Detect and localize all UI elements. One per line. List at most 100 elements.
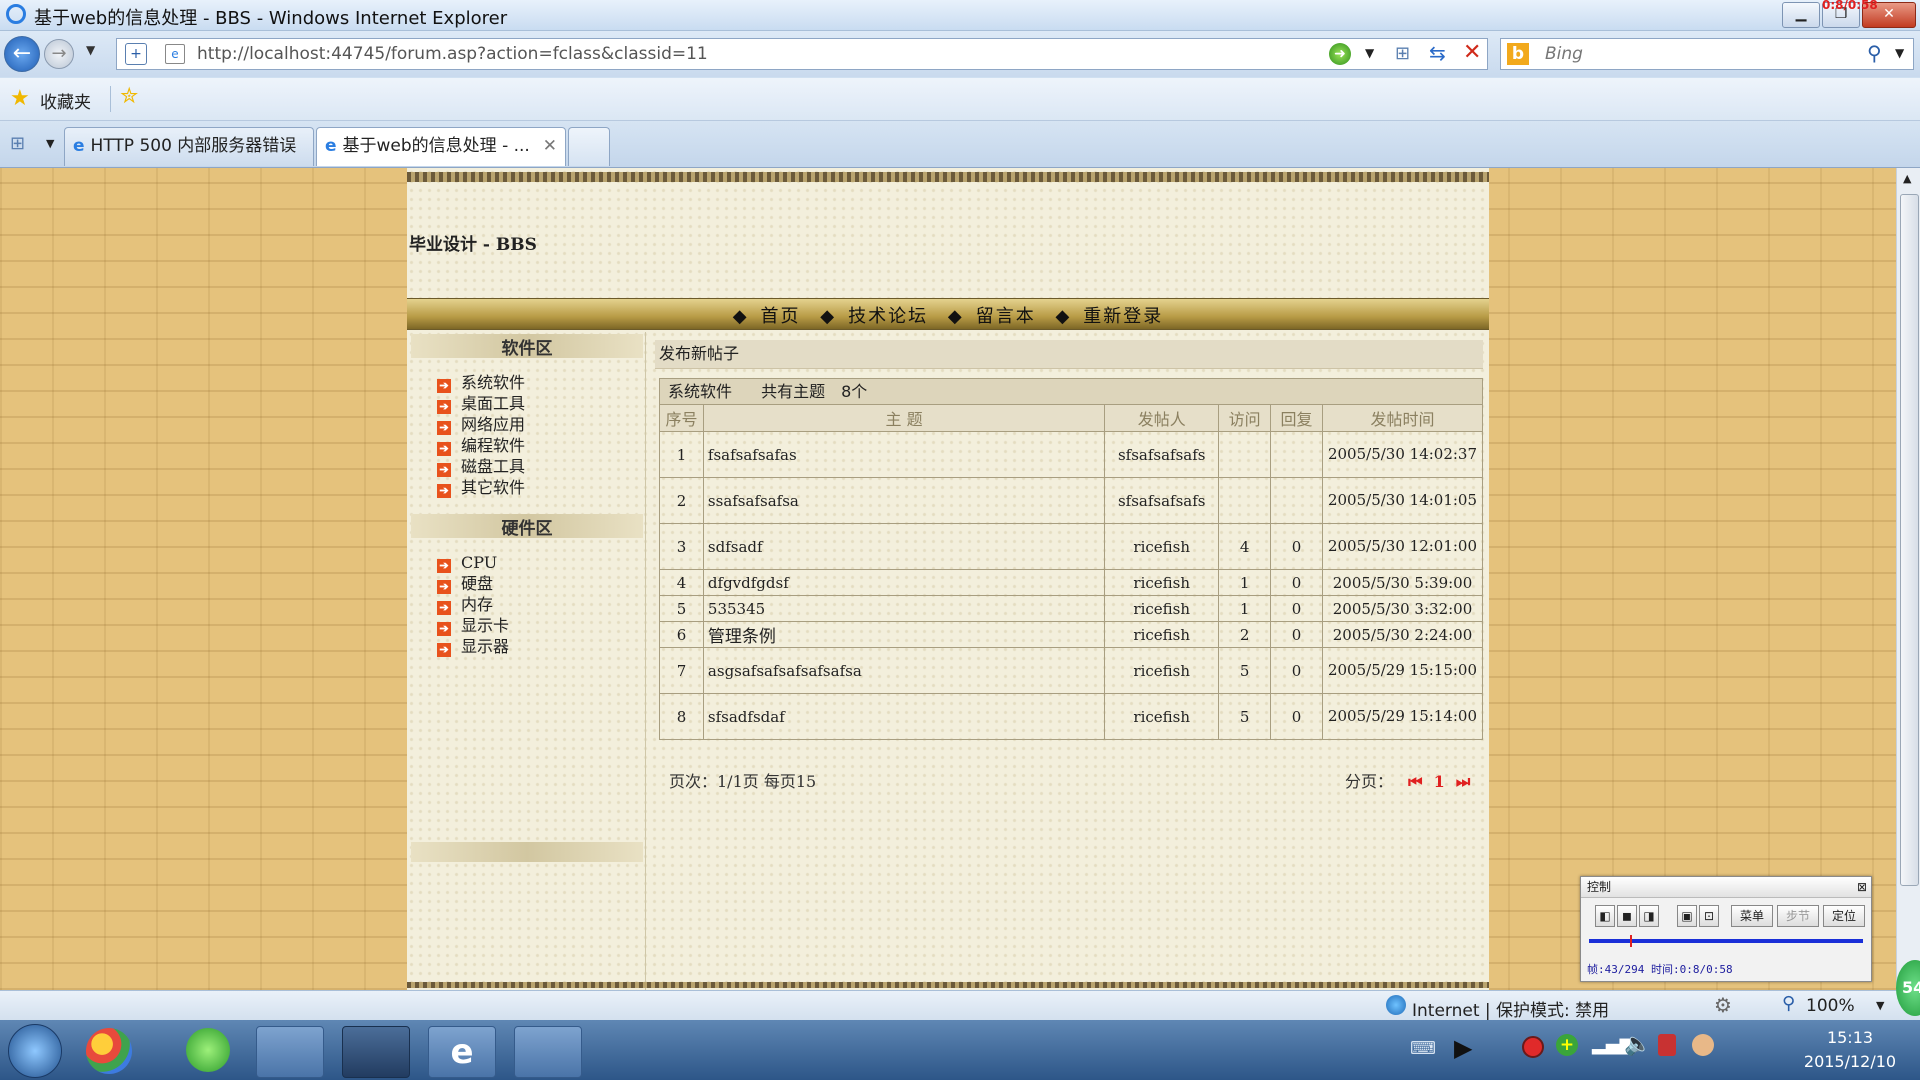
topic-author[interactable]: ricefish bbox=[1104, 523, 1220, 570]
taskbar-app-people-icon[interactable] bbox=[342, 1026, 410, 1078]
tray-security-icon[interactable] bbox=[1658, 1034, 1676, 1056]
topic-subject-link[interactable]: sfsadfsdaf bbox=[702, 693, 1106, 740]
scroll-thumb[interactable] bbox=[1900, 194, 1919, 886]
add-favorite-icon[interactable]: ✮ bbox=[120, 84, 138, 109]
sidebar-item-system-software[interactable]: ➔ 系统软件 bbox=[437, 372, 525, 393]
sidebar-item-other-software[interactable]: ➔ 其它软件 bbox=[437, 477, 525, 498]
search-box[interactable]: b Bing ⚲ ▼ bbox=[1500, 38, 1914, 70]
vertical-scrollbar[interactable]: ▲ bbox=[1896, 168, 1920, 990]
control-pause-button[interactable]: ◼ bbox=[1617, 905, 1637, 927]
topic-author[interactable]: ricefish bbox=[1104, 647, 1220, 694]
sidebar-item-cpu[interactable]: ➔ CPU bbox=[437, 552, 509, 573]
nav-tech-forum[interactable]: 技术论坛 bbox=[848, 306, 928, 327]
refresh-icon[interactable]: ⇆ bbox=[1429, 41, 1446, 65]
tray-add-icon[interactable]: + bbox=[1556, 1034, 1578, 1056]
forward-button[interactable]: → bbox=[44, 39, 74, 69]
sidebar-item-memory[interactable]: ➔ 内存 bbox=[437, 594, 509, 615]
control-locate-button[interactable]: 定位 bbox=[1823, 905, 1865, 927]
topic-author[interactable]: sfsafsafsafs bbox=[1104, 477, 1220, 524]
tab-http-500[interactable]: e HTTP 500 内部服务器错误 bbox=[64, 127, 314, 166]
tray-avatar-icon[interactable] bbox=[1692, 1034, 1714, 1056]
topic-author[interactable]: ricefish bbox=[1104, 569, 1220, 596]
history-dropdown-icon[interactable]: ▼ bbox=[86, 43, 95, 57]
control-close-icon[interactable]: ⊠ bbox=[1857, 877, 1867, 897]
taskbar-clock[interactable]: 15:13 2015/12/10 bbox=[1790, 1026, 1910, 1074]
protected-mode-icon[interactable]: ⚙ bbox=[1714, 993, 1732, 1017]
control-progress-marker[interactable] bbox=[1630, 935, 1633, 947]
sidebar-item-graphics-card[interactable]: ➔ 显示卡 bbox=[437, 615, 509, 636]
nav-guestbook[interactable]: 留言本 bbox=[976, 306, 1036, 327]
minimize-button[interactable]: ▁ bbox=[1782, 2, 1820, 28]
taskbar-tools-icon[interactable] bbox=[514, 1026, 582, 1078]
tray-record-icon[interactable] bbox=[1522, 1036, 1544, 1058]
tray-volume-icon[interactable]: 🔈 bbox=[1624, 1032, 1651, 1057]
zoom-icon[interactable]: ⚲ bbox=[1782, 993, 1795, 1014]
control-step-back-button[interactable]: ◧ bbox=[1595, 905, 1615, 927]
topic-replies bbox=[1270, 477, 1324, 524]
sidebar-item-network-apps[interactable]: ➔ 网络应用 bbox=[437, 414, 525, 435]
timer-overlay: 0:8/0:58 bbox=[1822, 0, 1878, 12]
topic-subject-link[interactable]: asgsafsafsafsafsafsa bbox=[702, 647, 1106, 694]
sidebar-item-desktop-tools[interactable]: ➔ 桌面工具 bbox=[437, 393, 525, 414]
compatibility-icon[interactable]: + bbox=[125, 43, 147, 65]
topic-author[interactable]: ricefish bbox=[1104, 595, 1220, 622]
address-url[interactable]: http://localhost:44745/forum.asp?action=… bbox=[197, 44, 708, 64]
tab-ie-icon: e bbox=[73, 136, 85, 156]
sidebar-item-programming[interactable]: ➔ 编程软件 bbox=[437, 435, 525, 456]
topic-subject-link[interactable]: sdfsadf bbox=[702, 523, 1106, 570]
control-menu-button[interactable]: 菜单 bbox=[1731, 905, 1773, 927]
control-step-forward-button[interactable]: ◨ bbox=[1639, 905, 1659, 927]
control-step-button[interactable]: 步节 bbox=[1777, 905, 1819, 927]
topic-subject-link[interactable]: 535345 bbox=[702, 595, 1106, 622]
security-zone-text[interactable]: Internet | 保护模式: 禁用 bbox=[1412, 996, 1609, 1021]
taskbar-app-colorful-icon[interactable] bbox=[86, 1028, 132, 1074]
topic-author[interactable]: ricefish bbox=[1104, 693, 1220, 740]
tab-close-icon[interactable]: ✕ bbox=[543, 128, 557, 164]
stop-icon[interactable]: ✕ bbox=[1463, 40, 1481, 65]
taskbar-app-green-icon[interactable] bbox=[186, 1028, 230, 1072]
last-page-icon[interactable]: ⏭ bbox=[1456, 772, 1470, 791]
zoom-dropdown-icon[interactable]: ▼ bbox=[1876, 999, 1884, 1012]
start-button[interactable] bbox=[8, 1024, 62, 1078]
control-fit-button[interactable]: ⊡ bbox=[1699, 905, 1719, 927]
topic-author[interactable]: ricefish bbox=[1104, 621, 1220, 648]
control-fullscreen-button[interactable]: ▣ bbox=[1677, 905, 1697, 927]
tab-list-dropdown-icon[interactable]: ▼ bbox=[46, 137, 54, 150]
search-options-icon[interactable]: ▼ bbox=[1895, 46, 1904, 60]
topic-subject-link[interactable]: dfgvdfgdsf bbox=[702, 569, 1106, 596]
sidebar-item-hard-disk[interactable]: ➔ 硬盘 bbox=[437, 573, 509, 594]
scroll-up-icon[interactable]: ▲ bbox=[1903, 172, 1911, 185]
nav-relogin[interactable]: 重新登录 bbox=[1083, 306, 1163, 327]
favorites-button[interactable]: 收藏夹 bbox=[40, 88, 91, 113]
quick-tabs-icon[interactable]: ⊞ bbox=[10, 133, 34, 157]
topic-visits bbox=[1218, 477, 1272, 524]
sidebar-item-label: 系统软件 bbox=[461, 373, 526, 392]
go-icon[interactable]: ➜ bbox=[1329, 43, 1351, 65]
topic-subject-link[interactable]: 管理条例 bbox=[702, 621, 1106, 648]
new-tab-button[interactable] bbox=[568, 127, 610, 166]
search-icon[interactable]: ⚲ bbox=[1867, 41, 1882, 65]
taskbar-ie-icon[interactable]: e bbox=[428, 1026, 496, 1078]
sidebar-item-monitor[interactable]: ➔ 显示器 bbox=[437, 636, 509, 657]
topic-author[interactable]: sfsafsafsafs bbox=[1104, 431, 1220, 478]
tray-keyboard-icon[interactable]: ⌨ bbox=[1410, 1038, 1436, 1059]
window-title: 基于web的信息处理 - BBS - Windows Internet Expl… bbox=[34, 8, 508, 29]
address-dropdown-icon[interactable]: ▼ bbox=[1365, 46, 1374, 60]
arrow-icon: ➔ bbox=[437, 601, 451, 615]
row-number: 6 bbox=[659, 621, 704, 648]
control-progress-track[interactable] bbox=[1589, 935, 1863, 947]
topic-subject-link[interactable]: ssafsafsafsa bbox=[702, 477, 1106, 524]
topic-subject-link[interactable]: fsafsafsafas bbox=[702, 431, 1106, 478]
current-page-number[interactable]: 1 bbox=[1434, 772, 1445, 791]
tray-play-icon[interactable]: ▶ bbox=[1454, 1034, 1472, 1062]
sidebar-item-disk-tools[interactable]: ➔ 磁盘工具 bbox=[437, 456, 525, 477]
tab-bbs-active[interactable]: e 基于web的信息处理 - ... ✕ bbox=[316, 127, 566, 166]
nav-home[interactable]: 首页 bbox=[761, 306, 801, 327]
rss-icon[interactable]: ⊞ bbox=[1395, 43, 1410, 64]
address-bar[interactable]: + e http://localhost:44745/forum.asp?act… bbox=[116, 38, 1488, 70]
first-page-icon[interactable]: ⏮ bbox=[1408, 772, 1422, 791]
taskbar-explorer-icon[interactable] bbox=[256, 1026, 324, 1078]
post-new-topic-link[interactable]: 发布新帖子 bbox=[659, 344, 739, 363]
back-button[interactable]: ← bbox=[4, 36, 40, 72]
zoom-level[interactable]: 100% bbox=[1806, 996, 1855, 1016]
